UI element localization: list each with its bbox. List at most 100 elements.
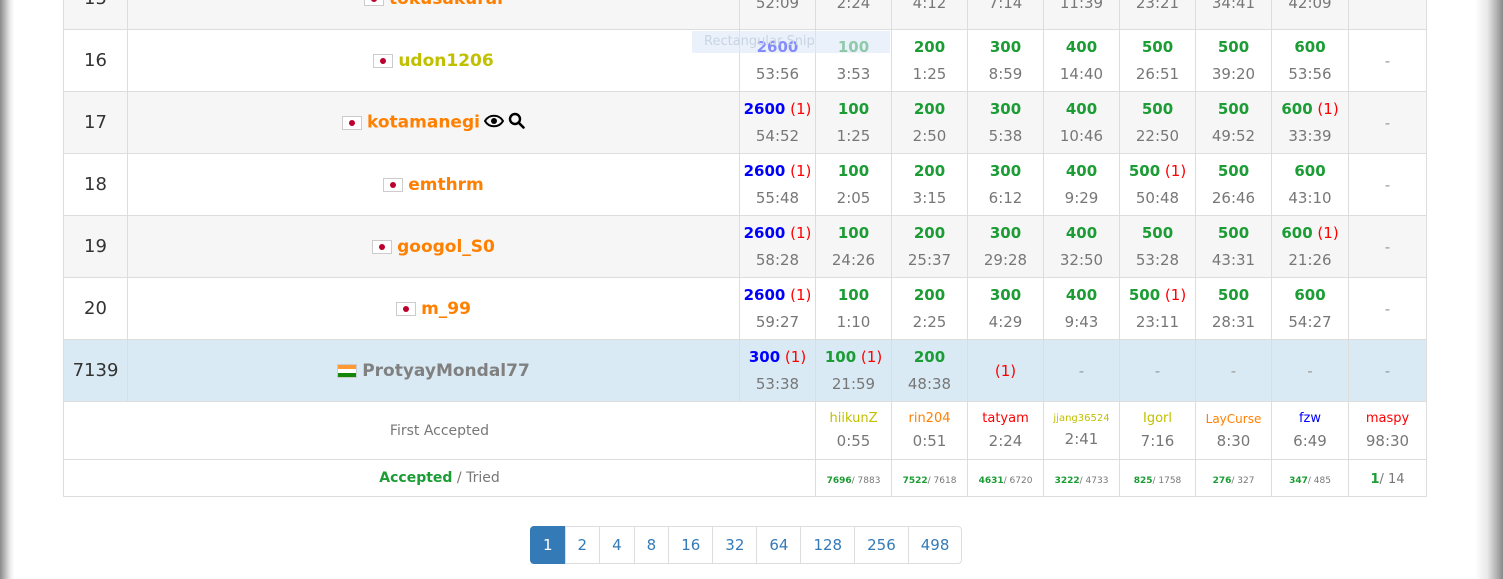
page-link-64[interactable]: 64 bbox=[756, 526, 802, 564]
rank-cell: 16 bbox=[63, 29, 128, 92]
search-icon[interactable] bbox=[508, 112, 525, 133]
task-empty: - bbox=[1384, 237, 1391, 256]
username-link[interactable]: m_99 bbox=[421, 299, 471, 319]
first-accepted-user[interactable]: fzw bbox=[1273, 411, 1348, 426]
task-cell: 300 6:12 bbox=[967, 153, 1044, 216]
standing-row: 18 emthrm 2600 (1) 55:48 100 2:05 200 3:15 300 6:… bbox=[63, 153, 1427, 216]
user-cell: kotamanegi bbox=[127, 91, 740, 154]
page-link-128[interactable]: 128 bbox=[800, 526, 856, 564]
standing-row: 15 tokusakurai 52:09 2:24 4:12 7:14 11:39 23:21… bbox=[63, 0, 1427, 30]
page-link-498[interactable]: 498 bbox=[907, 526, 963, 564]
username-link[interactable]: kotamanegi bbox=[367, 113, 480, 133]
japan-flag-icon bbox=[383, 177, 404, 192]
task-cell: 100 24:26 bbox=[815, 215, 892, 278]
first-accepted-user[interactable]: rin204 bbox=[893, 411, 967, 426]
my-standing-row: 7139 ProtyayMondal77 300 (1) 53:38 100 (1) 21… bbox=[63, 339, 1427, 402]
page-link-1[interactable]: 1 bbox=[530, 526, 566, 564]
task-score: 300 bbox=[989, 162, 1022, 180]
task-time: 39:20 bbox=[1211, 65, 1256, 83]
page-link-4[interactable]: 4 bbox=[599, 526, 635, 564]
task-cell: 500 43:31 bbox=[1195, 215, 1272, 278]
rank-cell: 19 bbox=[63, 215, 128, 278]
task-score: 200 bbox=[913, 224, 946, 242]
task-score: 500 bbox=[1128, 286, 1161, 304]
task-score: 400 bbox=[1065, 286, 1098, 304]
first-accepted-cell: rin204 0:51 bbox=[891, 401, 968, 460]
task-score: 100 bbox=[837, 100, 870, 118]
standing-row: 20 m_99 2600 (1) 59:27 100 1:10 200 2:25 300 4:29… bbox=[63, 277, 1427, 340]
task-time: 43:31 bbox=[1211, 251, 1256, 269]
task-time: 49:52 bbox=[1211, 127, 1256, 145]
task-score: 100 bbox=[837, 286, 870, 304]
first-accepted-user[interactable]: maspy bbox=[1350, 411, 1426, 426]
username-link[interactable]: ProtyayMondal77 bbox=[362, 361, 530, 381]
first-accepted-user[interactable]: tatyam bbox=[969, 411, 1043, 426]
task-cell: 400 10:46 bbox=[1043, 91, 1120, 154]
task-time: 32:50 bbox=[1059, 251, 1104, 269]
username-link[interactable]: tokusakurai bbox=[389, 0, 503, 9]
task-time: 54:27 bbox=[1288, 313, 1332, 331]
task-time: 48:38 bbox=[907, 375, 952, 393]
page-link-256[interactable]: 256 bbox=[854, 526, 909, 564]
accepted-tried-label: Accepted / Tried bbox=[63, 459, 816, 497]
task-time: 25:37 bbox=[907, 251, 952, 269]
page-link-16[interactable]: 16 bbox=[668, 526, 714, 564]
task-time: 2:24 bbox=[836, 0, 871, 12]
username-link[interactable]: emthrm bbox=[408, 175, 484, 195]
page-link-8[interactable]: 8 bbox=[633, 526, 670, 564]
page-link-32[interactable]: 32 bbox=[712, 526, 758, 564]
tried-count: / 14 bbox=[1379, 472, 1405, 487]
task-score: 400 bbox=[1065, 224, 1098, 242]
eye-icon[interactable] bbox=[483, 114, 505, 132]
task-time: 2:50 bbox=[912, 127, 947, 145]
task-time: 53:28 bbox=[1135, 251, 1180, 269]
accepted-count: 276 bbox=[1212, 476, 1232, 486]
tried-count: / 485 bbox=[1307, 476, 1331, 486]
task-score: 500 bbox=[1217, 286, 1250, 304]
task-cell: - bbox=[1348, 29, 1427, 92]
first-accepted-user[interactable]: hiikunZ bbox=[817, 411, 891, 426]
first-accepted-user[interactable]: jjang36524 bbox=[1045, 413, 1119, 424]
task-cell: 400 9:29 bbox=[1043, 153, 1120, 216]
accepted-tried-cell: 276/ 327 bbox=[1195, 459, 1272, 497]
username-link[interactable]: udon1206 bbox=[398, 51, 493, 71]
task-score: 200 bbox=[913, 38, 946, 56]
task-time: 26:51 bbox=[1135, 65, 1180, 83]
task-score: 500 bbox=[1217, 100, 1250, 118]
task-cell: 100 1:10 bbox=[815, 277, 892, 340]
task-time: 11:39 bbox=[1059, 0, 1104, 12]
first-accepted-user[interactable]: Igorl bbox=[1121, 411, 1195, 426]
task-time: 22:50 bbox=[1135, 127, 1180, 145]
task-time: 6:12 bbox=[988, 189, 1023, 207]
japan-flag-icon bbox=[342, 115, 363, 130]
task-time: 23:11 bbox=[1135, 313, 1180, 331]
first-accepted-cell: LayCurse 8:30 bbox=[1195, 401, 1272, 460]
task-cell: - bbox=[1348, 339, 1427, 402]
task-cell: 100 2:05 bbox=[815, 153, 892, 216]
accepted-label: Accepted bbox=[379, 470, 453, 486]
task-score: 400 bbox=[1065, 38, 1098, 56]
snip-overlay: Rectangular Snip bbox=[692, 31, 890, 53]
task-cell: 600 (1) 33:39 bbox=[1271, 91, 1349, 154]
first-accepted-user[interactable]: LayCurse bbox=[1197, 412, 1271, 426]
task-score: 500 bbox=[1141, 100, 1174, 118]
task-empty: - bbox=[1307, 361, 1313, 380]
page-link-2[interactable]: 2 bbox=[564, 526, 601, 564]
username-link[interactable]: googol_S0 bbox=[397, 237, 495, 257]
task-cell: - bbox=[1271, 339, 1349, 402]
penalty-count: (1) bbox=[790, 224, 812, 242]
tried-count: / 6720 bbox=[1003, 476, 1033, 486]
task-cell: 200 48:38 bbox=[891, 339, 968, 402]
task-cell: 200 3:15 bbox=[891, 153, 968, 216]
task-time: 50:48 bbox=[1135, 189, 1180, 207]
task-score: 500 bbox=[1141, 224, 1174, 242]
task-time: 5:38 bbox=[988, 127, 1023, 145]
total-score-cell: 300 (1) 53:38 bbox=[739, 339, 816, 402]
task-cell: 2:24 bbox=[815, 0, 892, 30]
task-cell: 500 26:46 bbox=[1195, 153, 1272, 216]
penalty-count: (1) bbox=[860, 348, 883, 366]
task-score: 600 bbox=[1281, 100, 1313, 118]
first-accepted-cell: fzw 6:49 bbox=[1271, 401, 1349, 460]
first-accepted-label: First Accepted bbox=[63, 401, 816, 460]
total-score: 2600 bbox=[743, 286, 786, 304]
